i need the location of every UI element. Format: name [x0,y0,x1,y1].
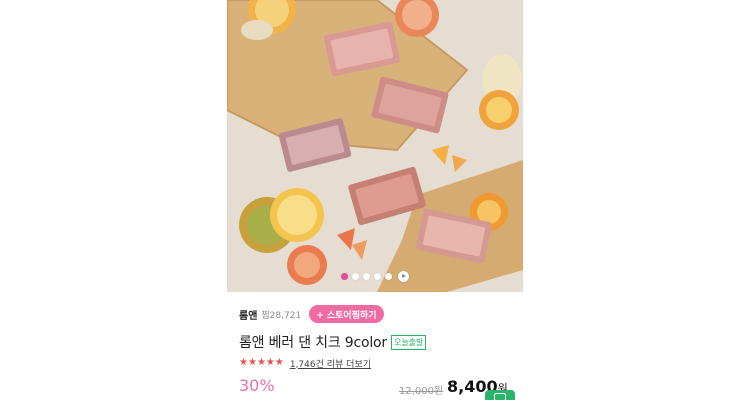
product-photo [227,0,523,292]
carousel-dot-1[interactable] [341,272,348,280]
original-price: 12,000원 [399,386,444,397]
star-icon: ★ [256,357,266,368]
store-follow-button[interactable]: + 스토어찜하기 [309,305,384,323]
product-title: 롬앤 베러 댄 치크 9color [239,335,387,351]
product-info: 롬앤 찜28,721 + 스토어찜하기 롬앤 베러 댄 치크 9color 오늘… [227,292,523,400]
product-page: 롬앤 찜28,721 + 스토어찜하기 롬앤 베러 댄 치크 9color 오늘… [0,0,750,400]
shipping-badge: 오늘출발 [390,334,427,350]
discount-rate: 30% [239,376,275,395]
price-row: 30% 12,000원 8,400원 [239,376,519,400]
rating-stars: ★ ★ ★ ★ ★ [239,358,284,368]
title-row: 롬앤 베러 댄 치크 9color 오늘출발 [239,332,427,352]
carousel-dot-2[interactable] [352,272,359,280]
star-icon: ★ [265,357,275,368]
review-more-link[interactable]: 1,746건 리뷰 더보기 [290,357,371,370]
store-name[interactable]: 롬앤 [239,307,257,322]
star-icon: ★ [247,357,257,368]
review-row: ★ ★ ★ ★ ★ 1,746건 리뷰 더보기 [239,356,371,370]
carousel-dot-4[interactable] [374,272,381,280]
store-row: 롬앤 찜28,721 + 스토어찜하기 [239,305,384,323]
star-icon: ★ [239,357,248,368]
carousel-dot-3[interactable] [363,272,370,280]
talk-button[interactable] [485,390,515,400]
store-wish-count: 찜28,721 [261,310,302,321]
play-icon[interactable] [398,270,409,282]
chat-icon [494,393,506,400]
product-image-carousel[interactable] [227,0,523,292]
carousel-dot-5[interactable] [385,272,392,280]
star-icon: ★ [274,357,284,368]
carousel-indicator [227,270,523,282]
